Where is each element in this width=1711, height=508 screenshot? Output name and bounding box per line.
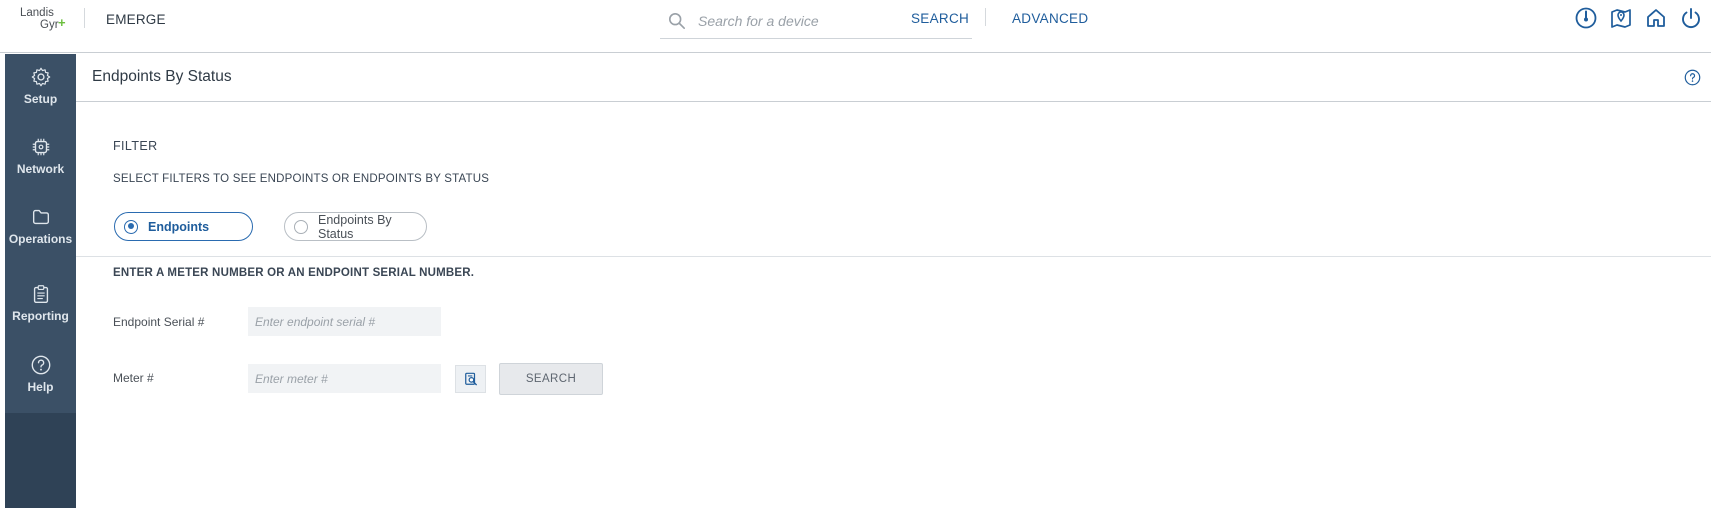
sidebar-item-label: Operations [8,232,73,246]
sidebar-item-network[interactable]: Network [5,136,76,176]
search-icon [668,12,686,30]
chip-icon [32,138,49,156]
radio-label: Endpoints [148,219,210,234]
sidebar-item-help[interactable]: Help [5,354,76,394]
main-content: Endpoints By Status FILTER SELECT FILTER… [76,54,1711,508]
filter-heading: FILTER [113,139,158,153]
sidebar-item-setup[interactable]: Setup [5,66,76,106]
map-pin-icon[interactable] [1609,6,1633,30]
device-search-input[interactable] [696,10,896,32]
radio-button-selected [124,219,138,234]
top-icon-group [1574,6,1703,30]
home-icon[interactable] [1644,6,1668,30]
sidebar-menu: Setup Network Operations Reporting Help [5,54,76,413]
divider [985,8,986,26]
sidebar-item-operations[interactable]: Operations [5,206,76,246]
page-title: Endpoints By Status [92,68,232,85]
help-icon [31,355,50,375]
meter-input[interactable] [248,364,441,393]
gear-icon [31,67,50,87]
meter-lookup-button[interactable] [455,365,486,393]
logo-plus: + [58,15,66,30]
sidebar-item-label: Help [27,380,54,394]
divider [84,8,85,28]
radio-label: Endpoints By Status [318,212,392,241]
meter-label: Meter # [113,371,154,385]
app-name: EMERGE [106,12,166,27]
document-search-icon [464,372,477,386]
filter-instruction: SELECT FILTERS TO SEE ENDPOINTS OR ENDPO… [113,173,490,185]
clipboard-icon [33,285,48,303]
folder-icon [32,209,49,225]
endpoint-serial-label: Endpoint Serial # [113,315,205,329]
sidebar-item-label: Reporting [12,309,69,323]
search-button[interactable]: SEARCH [499,363,603,395]
sidebar-item-reporting[interactable]: Reporting [5,283,76,323]
page-header: Endpoints By Status [76,54,1711,102]
section-divider [76,256,1711,257]
sidebar: Setup Network Operations Reporting Help [5,54,76,508]
search-button[interactable]: SEARCH [911,11,969,26]
advanced-search-button[interactable]: ADVANCED [1012,11,1088,26]
endpoint-serial-input[interactable] [248,307,441,336]
radio-button-unselected [294,219,308,234]
dashboard-gauge-icon[interactable] [1574,6,1598,30]
top-bar: Landis Gyr + EMERGE SEARCH ADVANCED [0,0,1711,53]
radio-endpoints[interactable]: Endpoints [114,212,253,241]
meter-instruction: ENTER A METER NUMBER OR AN ENDPOINT SERI… [113,267,475,279]
radio-endpoints-by-status[interactable]: Endpoints By Status [284,212,427,241]
sidebar-item-label: Network [16,162,65,176]
help-icon[interactable] [1684,69,1701,86]
power-icon[interactable] [1679,6,1703,30]
sidebar-item-label: Setup [23,92,58,106]
landis-gyr-logo[interactable]: Landis Gyr + [20,7,68,33]
